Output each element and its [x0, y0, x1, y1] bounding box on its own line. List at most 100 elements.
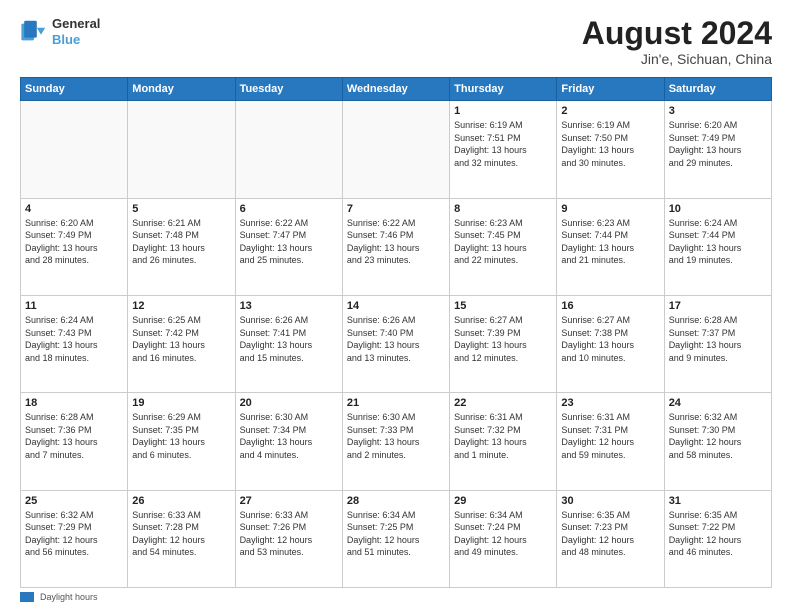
day-number: 25 [25, 495, 123, 507]
header: General Blue August 2024 Jin'e, Sichuan,… [20, 16, 772, 67]
logo-icon [20, 18, 48, 46]
day-number: 23 [561, 397, 659, 409]
calendar-week-row: 1 Sunrise: 6:19 AM Sunset: 7:51 PM Daylig… [21, 101, 772, 198]
day-info: Sunrise: 6:19 AM Sunset: 7:51 PM Dayligh… [454, 119, 552, 169]
calendar-header-cell: Monday [128, 78, 235, 101]
table-row: 8Sunrise: 6:23 AM Sunset: 7:45 PM Daylig… [450, 198, 557, 295]
table-row: 14 Sunrise: 6:26 AM Sunset: 7:40 PM Dayli… [342, 295, 449, 392]
day-number: 1 [454, 105, 552, 117]
calendar-week-row: 25 Sunrise: 6:32 AM Sunset: 7:29 PM Dayli… [21, 490, 772, 587]
table-row: 27 Sunrise: 6:33 AM Sunset: 7:26 PM Dayli… [235, 490, 342, 587]
day-number: 10 [669, 203, 767, 215]
day-info: Sunrise: 6:27 AM Sunset: 7:38 PM Dayligh… [561, 314, 659, 364]
day-info: Sunrise: 6:32 AM Sunset: 7:29 PM Dayligh… [25, 509, 123, 559]
table-row: 12Sunrise: 6:25 AM Sunset: 7:42 PM Dayli… [128, 295, 235, 392]
day-number: 17 [669, 300, 767, 312]
table-row: 4Sunrise: 6:20 AM Sunset: 7:49 PM Daylig… [21, 198, 128, 295]
day-info: Sunrise: 6:20 AM Sunset: 7:49 PM Dayligh… [669, 119, 767, 169]
table-row: 13 Sunrise: 6:26 AM Sunset: 7:41 PM Dayli… [235, 295, 342, 392]
table-row: 5 Sunrise: 6:21 AM Sunset: 7:48 PM Daylig… [128, 198, 235, 295]
day-number: 22 [454, 397, 552, 409]
day-info: Sunrise: 6:30 AM Sunset: 7:33 PM Dayligh… [347, 411, 445, 461]
day-number: 27 [240, 495, 338, 507]
day-info: Sunrise: 6:34 AM Sunset: 7:24 PM Dayligh… [454, 509, 552, 559]
day-info: Sunrise: 6:24 AM Sunset: 7:43 PM Dayligh… [25, 314, 123, 364]
table-row: 26Sunrise: 6:33 AM Sunset: 7:28 PM Dayli… [128, 490, 235, 587]
table-row: 2 Sunrise: 6:19 AM Sunset: 7:50 PM Daylig… [557, 101, 664, 198]
day-info: Sunrise: 6:33 AM Sunset: 7:28 PM Dayligh… [132, 509, 230, 559]
table-row: 9 Sunrise: 6:23 AM Sunset: 7:44 PM Daylig… [557, 198, 664, 295]
day-number: 5 [132, 203, 230, 215]
day-number: 9 [561, 203, 659, 215]
table-row: 29Sunrise: 6:34 AM Sunset: 7:24 PM Dayli… [450, 490, 557, 587]
table-row: 30 Sunrise: 6:35 AM Sunset: 7:23 PM Dayli… [557, 490, 664, 587]
day-number: 30 [561, 495, 659, 507]
day-number: 15 [454, 300, 552, 312]
day-number: 3 [669, 105, 767, 117]
day-info: Sunrise: 6:31 AM Sunset: 7:32 PM Dayligh… [454, 411, 552, 461]
day-number: 24 [669, 397, 767, 409]
table-row: 3 Sunrise: 6:20 AM Sunset: 7:49 PM Daylig… [664, 101, 771, 198]
table-row [21, 101, 128, 198]
table-row: 31 Sunrise: 6:35 AM Sunset: 7:22 PM Dayli… [664, 490, 771, 587]
day-info: Sunrise: 6:21 AM Sunset: 7:48 PM Dayligh… [132, 217, 230, 267]
day-number: 7 [347, 203, 445, 215]
calendar-header-cell: Friday [557, 78, 664, 101]
day-number: 28 [347, 495, 445, 507]
day-number: 13 [240, 300, 338, 312]
day-info: Sunrise: 6:19 AM Sunset: 7:50 PM Dayligh… [561, 119, 659, 169]
day-number: 2 [561, 105, 659, 117]
table-row: 18 Sunrise: 6:28 AM Sunset: 7:36 PM Dayli… [21, 393, 128, 490]
table-row: 16 Sunrise: 6:27 AM Sunset: 7:38 PM Dayli… [557, 295, 664, 392]
calendar-header-cell: Saturday [664, 78, 771, 101]
table-row: 25 Sunrise: 6:32 AM Sunset: 7:29 PM Dayli… [21, 490, 128, 587]
day-number: 11 [25, 300, 123, 312]
day-info: Sunrise: 6:33 AM Sunset: 7:26 PM Dayligh… [240, 509, 338, 559]
table-row: 19 Sunrise: 6:29 AM Sunset: 7:35 PM Dayli… [128, 393, 235, 490]
day-info: Sunrise: 6:26 AM Sunset: 7:40 PM Dayligh… [347, 314, 445, 364]
day-info: Sunrise: 6:29 AM Sunset: 7:35 PM Dayligh… [132, 411, 230, 461]
table-row: 17Sunrise: 6:28 AM Sunset: 7:37 PM Dayli… [664, 295, 771, 392]
day-info: Sunrise: 6:32 AM Sunset: 7:30 PM Dayligh… [669, 411, 767, 461]
day-number: 19 [132, 397, 230, 409]
calendar-header-cell: Tuesday [235, 78, 342, 101]
day-number: 16 [561, 300, 659, 312]
table-row [342, 101, 449, 198]
calendar-week-row: 11 Sunrise: 6:24 AM Sunset: 7:43 PM Dayli… [21, 295, 772, 392]
table-row: 10Sunrise: 6:24 AM Sunset: 7:44 PM Dayli… [664, 198, 771, 295]
month-year: August 2024 [582, 16, 772, 51]
logo: General Blue [20, 16, 100, 47]
calendar-header-cell: Thursday [450, 78, 557, 101]
day-number: 14 [347, 300, 445, 312]
day-info: Sunrise: 6:35 AM Sunset: 7:22 PM Dayligh… [669, 509, 767, 559]
table-row: 7 Sunrise: 6:22 AM Sunset: 7:46 PM Daylig… [342, 198, 449, 295]
day-info: Sunrise: 6:28 AM Sunset: 7:36 PM Dayligh… [25, 411, 123, 461]
table-row: 21Sunrise: 6:30 AM Sunset: 7:33 PM Dayli… [342, 393, 449, 490]
day-number: 20 [240, 397, 338, 409]
daylight-label: Daylight hours [40, 592, 98, 602]
calendar-header-row: SundayMondayTuesdayWednesdayThursdayFrid… [21, 78, 772, 101]
table-row: 23Sunrise: 6:31 AM Sunset: 7:31 PM Dayli… [557, 393, 664, 490]
day-number: 8 [454, 203, 552, 215]
day-info: Sunrise: 6:35 AM Sunset: 7:23 PM Dayligh… [561, 509, 659, 559]
calendar-week-row: 4Sunrise: 6:20 AM Sunset: 7:49 PM Daylig… [21, 198, 772, 295]
table-row: 20 Sunrise: 6:30 AM Sunset: 7:34 PM Dayli… [235, 393, 342, 490]
logo-line1: General [52, 16, 100, 32]
day-number: 31 [669, 495, 767, 507]
calendar-header-cell: Wednesday [342, 78, 449, 101]
day-info: Sunrise: 6:20 AM Sunset: 7:49 PM Dayligh… [25, 217, 123, 267]
day-info: Sunrise: 6:26 AM Sunset: 7:41 PM Dayligh… [240, 314, 338, 364]
day-number: 18 [25, 397, 123, 409]
day-number: 12 [132, 300, 230, 312]
logo-text: General Blue [52, 16, 100, 47]
day-info: Sunrise: 6:22 AM Sunset: 7:47 PM Dayligh… [240, 217, 338, 267]
day-info: Sunrise: 6:22 AM Sunset: 7:46 PM Dayligh… [347, 217, 445, 267]
table-row: 15Sunrise: 6:27 AM Sunset: 7:39 PM Dayli… [450, 295, 557, 392]
table-row [235, 101, 342, 198]
calendar-footer: Daylight hours [20, 592, 772, 602]
table-row [128, 101, 235, 198]
day-info: Sunrise: 6:23 AM Sunset: 7:44 PM Dayligh… [561, 217, 659, 267]
day-info: Sunrise: 6:34 AM Sunset: 7:25 PM Dayligh… [347, 509, 445, 559]
day-info: Sunrise: 6:30 AM Sunset: 7:34 PM Dayligh… [240, 411, 338, 461]
calendar-week-row: 18 Sunrise: 6:28 AM Sunset: 7:36 PM Dayli… [21, 393, 772, 490]
